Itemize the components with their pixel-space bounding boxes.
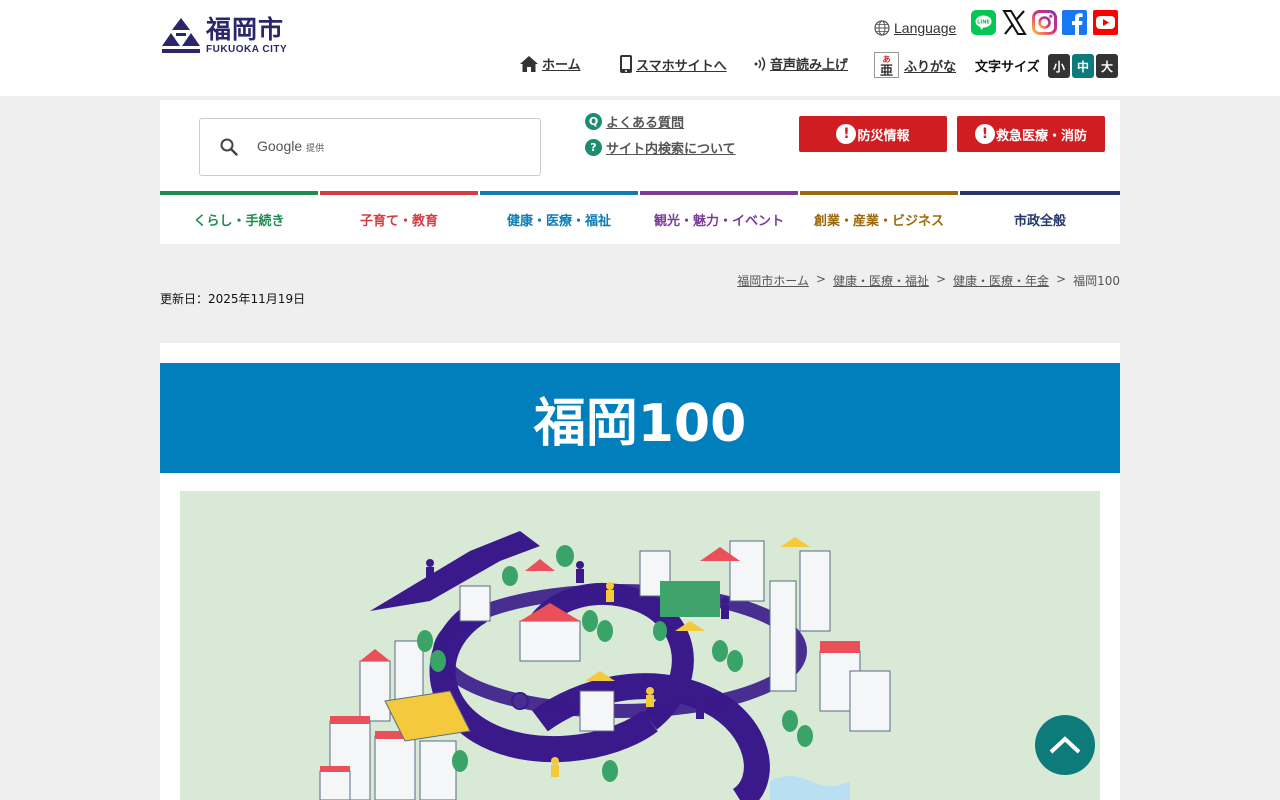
youtube-icon[interactable] xyxy=(1093,10,1118,35)
faq-link-label: よくある質問 xyxy=(606,116,685,131)
global-nav: くらし・手続き 子育て・教育 健康・医療・福祉 観光・魅力・イベント 創業・産業… xyxy=(160,191,1120,244)
updated-date: 更新日：2025年11月19日 xyxy=(160,292,306,306)
font-size-small-button[interactable]: 小 xyxy=(1048,54,1070,78)
furigana-link[interactable]: あ 亜 ふりがな xyxy=(874,52,956,78)
site-logo[interactable]: 福岡市 FUKUOKA CITY xyxy=(160,16,287,56)
home-link-label: ホーム xyxy=(542,58,581,73)
breadcrumb: 福岡市ホーム > 健康・医療・福祉 > 健康・医療・年金 > 福岡100 xyxy=(737,272,1120,289)
breadcrumb-home[interactable]: 福岡市ホーム xyxy=(737,272,809,289)
voice-reading-link[interactable]: 音声読み上げ xyxy=(753,54,848,73)
home-link[interactable]: ホーム xyxy=(519,54,581,73)
language-link[interactable]: Language xyxy=(874,20,956,36)
chevron-up-icon xyxy=(1049,736,1081,754)
nav-item-tourism[interactable]: 観光・魅力・イベント xyxy=(640,191,798,244)
furigana-icon: あ 亜 xyxy=(874,52,899,78)
home-icon xyxy=(520,55,538,72)
google-label: Google xyxy=(257,138,303,154)
font-size-large-button[interactable]: 大 xyxy=(1096,54,1118,78)
nav-item-city-admin[interactable]: 市政全般 xyxy=(960,191,1120,244)
logo-title: 福岡市 xyxy=(206,15,285,44)
page-title: 福岡100 xyxy=(160,363,1120,473)
line-icon[interactable]: LINE xyxy=(971,10,996,35)
breadcrumb-health[interactable]: 健康・医療・福祉 xyxy=(833,272,929,289)
provided-label: 提供 xyxy=(306,143,325,153)
svg-text:LINE: LINE xyxy=(977,20,990,26)
logo-subtitle: FUKUOKA CITY xyxy=(206,44,288,55)
smartphone-icon xyxy=(620,55,632,73)
font-size-label: 文字サイズ xyxy=(975,60,1040,75)
page-top-button[interactable] xyxy=(1035,715,1095,775)
x-icon[interactable] xyxy=(1002,10,1027,35)
help-icon: ? xyxy=(585,139,602,156)
search-icon xyxy=(220,138,238,156)
svg-text:亜: 亜 xyxy=(880,64,893,78)
alert-icon: ! xyxy=(974,124,995,144)
facebook-icon[interactable] xyxy=(1062,10,1087,35)
instagram-icon[interactable] xyxy=(1032,10,1057,35)
disaster-info-button[interactable]: ! 防災情報 xyxy=(799,116,947,152)
city-illustration xyxy=(319,531,891,800)
faq-icon: Q xyxy=(585,113,602,130)
nav-item-childcare[interactable]: 子育て・教育 xyxy=(320,191,478,244)
font-size-medium-button[interactable]: 中 xyxy=(1072,54,1094,78)
sound-wave-icon xyxy=(754,56,766,71)
emergency-button[interactable]: ! 救急医療・消防 xyxy=(957,116,1105,152)
search-input[interactable]: Google 提供 xyxy=(199,118,541,176)
breadcrumb-pension[interactable]: 健康・医療・年金 xyxy=(953,272,1049,289)
emergency-label: 救急医療・消防 xyxy=(995,128,1087,144)
about-search-link-label: サイト内検索について xyxy=(606,142,736,157)
faq-link[interactable]: Q よくある質問 xyxy=(585,112,684,131)
svg-text:あ: あ xyxy=(883,55,891,64)
globe-icon xyxy=(874,20,890,36)
breadcrumb-current: 福岡100 xyxy=(1073,274,1120,288)
nav-item-health[interactable]: 健康・医療・福祉 xyxy=(480,191,638,244)
fukuoka-city-emblem-icon xyxy=(162,18,200,53)
nav-item-living[interactable]: くらし・手続き xyxy=(160,191,318,244)
language-label[interactable]: Language xyxy=(894,20,956,36)
disaster-info-label: 防災情報 xyxy=(857,128,910,144)
smartphone-site-link[interactable]: スマホサイトへ xyxy=(619,54,727,74)
voice-link-label: 音声読み上げ xyxy=(770,58,849,73)
furigana-link-label: ふりがな xyxy=(904,59,957,75)
smartphone-link-label: スマホサイトへ xyxy=(636,58,727,74)
nav-item-business[interactable]: 創業・産業・ビジネス xyxy=(800,191,958,244)
alert-icon: ! xyxy=(836,124,857,144)
fukuoka100-illustration xyxy=(180,491,1100,800)
about-search-link[interactable]: ? サイト内検索について xyxy=(585,138,736,157)
